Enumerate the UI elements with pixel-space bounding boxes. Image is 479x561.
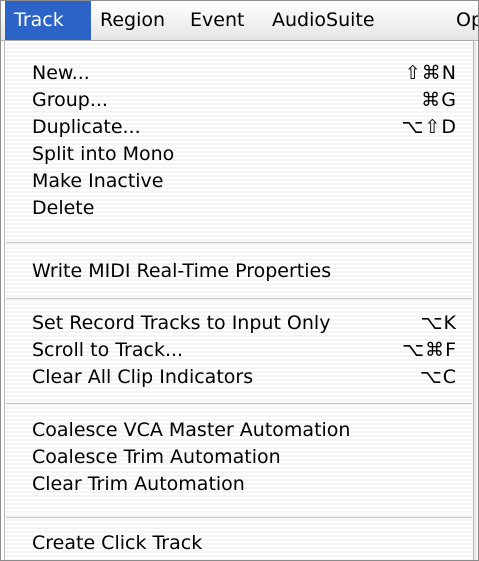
menu-separator [6, 517, 472, 518]
menubar-item-track[interactable]: Track [5, 1, 91, 40]
menu-item-label: Duplicate... [32, 116, 141, 138]
menu-item-coalesce-vca-master-automation[interactable]: Coalesce VCA Master Automation [5, 417, 473, 443]
menu-item-group[interactable]: Group... ⌘G [5, 87, 473, 113]
track-menu-dropdown: New... ⇧⌘N Group... ⌘G Duplicate... ⌥⇧D … [4, 41, 474, 560]
screenshot-frame: Track Region Event AudioSuite Op New... … [0, 0, 479, 561]
menu-item-label: Coalesce VCA Master Automation [32, 419, 351, 441]
menu-item-make-inactive[interactable]: Make Inactive [5, 168, 473, 194]
menu-item-label: Set Record Tracks to Input Only [32, 312, 331, 334]
menu-item-shortcut: ⌥⇧D [401, 116, 457, 138]
menu-item-duplicate[interactable]: Duplicate... ⌥⇧D [5, 114, 473, 140]
menu-item-label: New... [32, 62, 90, 84]
menu-item-shortcut: ⌥C [419, 366, 457, 388]
menu-item-write-midi-real-time-properties[interactable]: Write MIDI Real-Time Properties [5, 258, 473, 284]
menu-item-label: Split into Mono [32, 143, 175, 165]
menubar-item-region[interactable]: Region [91, 1, 174, 40]
menu-item-label: Clear All Clip Indicators [32, 366, 254, 388]
menu-item-shortcut: ⌥⌘F [402, 339, 457, 361]
menu-item-new[interactable]: New... ⇧⌘N [5, 60, 473, 86]
menu-item-clear-all-clip-indicators[interactable]: Clear All Clip Indicators ⌥C [5, 364, 473, 390]
menu-item-label: Coalesce Trim Automation [32, 446, 281, 468]
menu-item-label: Delete [32, 197, 95, 219]
menubar-item-event[interactable]: Event [181, 1, 253, 40]
menu-item-label: Create Click Track [32, 532, 203, 554]
menubar-item-audiosuite[interactable]: AudioSuite [263, 1, 384, 40]
menu-item-clear-trim-automation[interactable]: Clear Trim Automation [5, 471, 473, 497]
menu-item-set-record-tracks-to-input-only[interactable]: Set Record Tracks to Input Only ⌥K [5, 310, 473, 336]
menu-item-label: Make Inactive [32, 170, 164, 192]
menu-separator [6, 403, 472, 404]
menu-bar: Track Region Event AudioSuite Op [1, 1, 478, 41]
menu-item-coalesce-trim-automation[interactable]: Coalesce Trim Automation [5, 444, 473, 470]
menu-item-create-click-track[interactable]: Create Click Track [5, 530, 473, 556]
menu-item-delete[interactable]: Delete [5, 195, 473, 221]
menu-item-split-into-mono[interactable]: Split into Mono [5, 141, 473, 167]
menu-separator [6, 242, 472, 243]
menu-item-label: Write MIDI Real-Time Properties [32, 260, 332, 282]
menu-item-scroll-to-track[interactable]: Scroll to Track... ⌥⌘F [5, 337, 473, 363]
menu-item-label: Clear Trim Automation [32, 473, 245, 495]
menu-separator [6, 298, 472, 299]
menu-item-shortcut: ⇧⌘N [404, 62, 457, 84]
menu-item-label: Scroll to Track... [32, 339, 184, 361]
menu-item-shortcut: ⌘G [421, 89, 457, 111]
menu-item-label: Group... [32, 89, 108, 111]
menu-item-shortcut: ⌥K [420, 312, 457, 334]
menubar-item-options[interactable]: Op [447, 1, 478, 40]
